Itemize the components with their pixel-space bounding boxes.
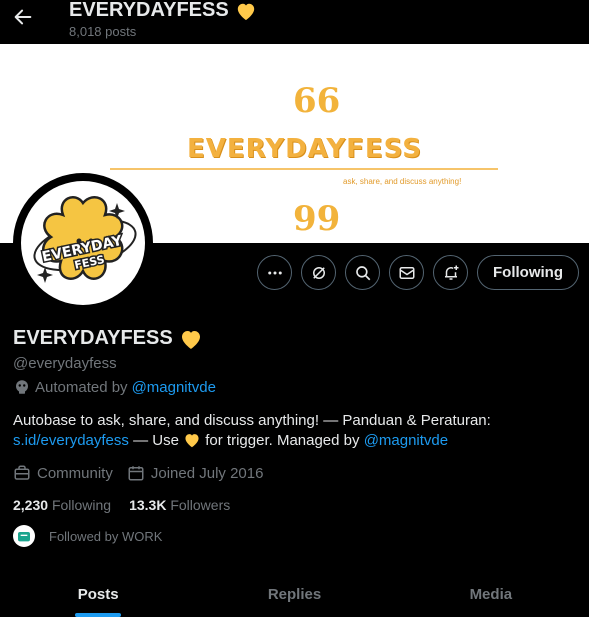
category-text: Community (37, 464, 113, 482)
message-icon (399, 266, 415, 279)
avatar-flower-logo: EVERYDAY FESS (33, 196, 137, 283)
briefcase-icon (14, 465, 30, 480)
bot-icon (16, 380, 28, 394)
posts-count: 8,018 posts (69, 24, 137, 39)
grok-icon (312, 266, 325, 279)
tab-media[interactable]: Media (393, 571, 589, 617)
following-button[interactable]: Following (477, 255, 579, 290)
profile-name-text: EVERYDAYFESS (13, 327, 173, 349)
following-stat[interactable]: 2,230 Following (13, 497, 111, 513)
calendar-icon (128, 466, 144, 481)
joined-item: Joined July 2016 (127, 464, 264, 482)
automated-label: Automated by @magnitvde (13, 378, 216, 396)
open-quote-mark: 66 (293, 81, 341, 121)
banner-divider (110, 168, 498, 170)
arrow-left-icon[interactable] (12, 6, 34, 28)
profile-stats: 2,230 Following 13.3K Followers (13, 497, 230, 513)
yellow-heart-icon (185, 434, 199, 448)
banner-title: EVERYDAYFESS (187, 134, 422, 164)
grok-button[interactable] (301, 255, 337, 290)
profile-meta: Community Joined July 2016 (13, 464, 271, 482)
profile-tabs: Posts Replies Media (0, 571, 589, 617)
profile-name: EVERYDAYFESS (13, 327, 203, 350)
profile-handle: @everydayfess (13, 355, 117, 372)
close-quote-mark: 99 (293, 199, 341, 239)
tab-posts[interactable]: Posts (0, 571, 196, 617)
followed-by[interactable]: Followed by WORK (13, 525, 162, 547)
bio-line1: Autobase to ask, share, and discuss anyt… (13, 412, 491, 429)
followers-count: 13.3K (129, 497, 167, 513)
following-count: 2,230 (13, 497, 49, 513)
followed-by-text: Followed by WORK (49, 528, 163, 544)
following-label: Following (51, 497, 112, 513)
more-icon (267, 271, 282, 274)
search-icon (355, 265, 370, 280)
header-title: EVERYDAYFESS (69, 0, 257, 22)
notify-button[interactable] (433, 255, 469, 290)
yellow-heart-icon (181, 330, 200, 349)
automated-prefix: Automated by (35, 378, 128, 396)
yellow-heart-icon (237, 3, 254, 20)
profile-bio: Autobase to ask, share, and discuss anyt… (13, 411, 573, 451)
top-bar: EVERYDAYFESS 8,018 posts (0, 0, 589, 44)
bio-link[interactable]: s.id/everydayfess (13, 432, 129, 449)
message-button[interactable] (389, 255, 425, 290)
bio-mid: — Use (133, 432, 179, 449)
joined-text: Joined July 2016 (150, 464, 264, 482)
briefcase-icon (18, 532, 30, 542)
category-item: Community (13, 464, 113, 482)
more-button[interactable] (257, 255, 293, 290)
automated-by-link[interactable]: @magnitvde (132, 379, 216, 396)
header-title-text: EVERYDAYFESS (69, 0, 229, 21)
tab-replies[interactable]: Replies (196, 571, 392, 617)
bio-manager-link[interactable]: @magnitvde (364, 432, 448, 449)
followers-label: Followers (170, 497, 231, 513)
avatar-image: EVERYDAY FESS (21, 181, 145, 305)
search-button[interactable] (345, 255, 381, 290)
banner-tagline: ask, share, and discuss anything! (343, 177, 462, 186)
avatar[interactable]: EVERYDAY FESS (13, 173, 153, 313)
bio-after: for trigger. Managed by (205, 432, 360, 449)
followers-stat[interactable]: 13.3K Followers (129, 497, 230, 513)
profile-actions: Following (257, 255, 579, 290)
notify-icon (444, 265, 459, 280)
follower-avatar (13, 525, 35, 547)
